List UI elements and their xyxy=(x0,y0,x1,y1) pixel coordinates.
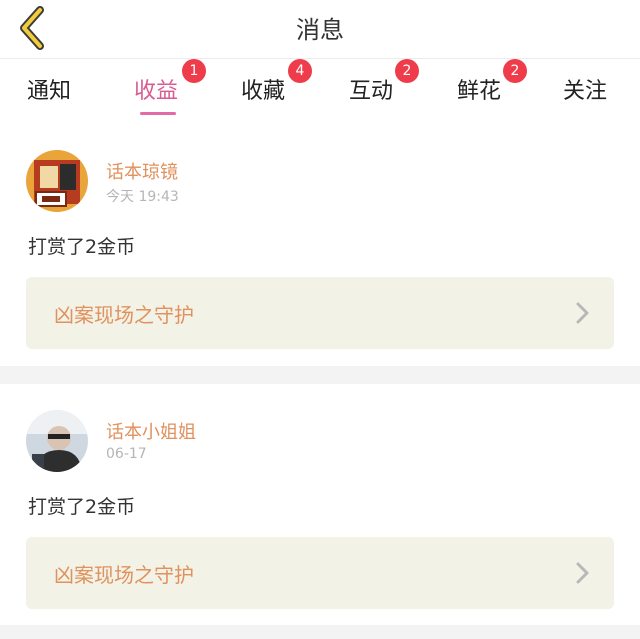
message-card: 话本小姐姐 06-17 打赏了2金币 凶案现场之守护 xyxy=(0,384,640,624)
user-name[interactable]: 话本小姐姐 xyxy=(106,418,196,444)
chevron-right-icon xyxy=(576,562,589,584)
avatar-image xyxy=(26,150,88,212)
tab-favorites[interactable]: 收藏 xyxy=(241,73,285,105)
badge-favorites: 4 xyxy=(288,59,312,83)
message-time: 06-17 xyxy=(106,446,147,462)
tab-label: 通知 xyxy=(27,79,72,104)
tab-label: 鲜花 xyxy=(457,79,502,104)
work-link[interactable]: 凶案现场之守护 xyxy=(26,537,614,609)
message-text: 打赏了2金币 xyxy=(28,236,136,258)
tab-label: 关注 xyxy=(563,79,608,104)
section-divider xyxy=(0,366,640,384)
tab-interaction[interactable]: 互动 xyxy=(349,73,393,105)
tab-notice[interactable]: 通知 xyxy=(27,73,71,105)
tab-bar: 通知 收益 收藏 互动 鲜花 关注 1 4 2 2 xyxy=(0,58,640,121)
page-title: 消息 xyxy=(296,16,344,44)
tab-follow[interactable]: 关注 xyxy=(563,73,607,105)
tab-earnings[interactable]: 收益 xyxy=(134,73,178,105)
user-name[interactable]: 话本琼镜 xyxy=(106,158,178,184)
badge-flowers: 2 xyxy=(503,59,527,83)
tab-label: 收益 xyxy=(134,79,179,104)
tab-label: 互动 xyxy=(349,79,394,104)
badge-interaction: 2 xyxy=(395,59,419,83)
message-card: 话本琼镜 今天 19:43 打赏了2金币 凶案现场之守护 xyxy=(0,120,640,365)
section-divider xyxy=(0,625,640,639)
message-text: 打赏了2金币 xyxy=(28,496,136,518)
badge-earnings: 1 xyxy=(182,59,206,83)
work-title: 凶案现场之守护 xyxy=(54,563,194,587)
avatar[interactable] xyxy=(26,410,88,472)
avatar[interactable] xyxy=(26,150,88,212)
tab-flowers[interactable]: 鲜花 xyxy=(457,73,501,105)
avatar-image xyxy=(26,410,88,472)
work-title: 凶案现场之守护 xyxy=(54,303,194,327)
message-time: 今天 19:43 xyxy=(106,189,179,205)
tab-label: 收藏 xyxy=(241,79,286,104)
active-tab-indicator xyxy=(140,112,176,115)
work-link[interactable]: 凶案现场之守护 xyxy=(26,277,614,349)
top-bar: 消息 xyxy=(0,0,640,58)
chevron-right-icon xyxy=(576,302,589,324)
